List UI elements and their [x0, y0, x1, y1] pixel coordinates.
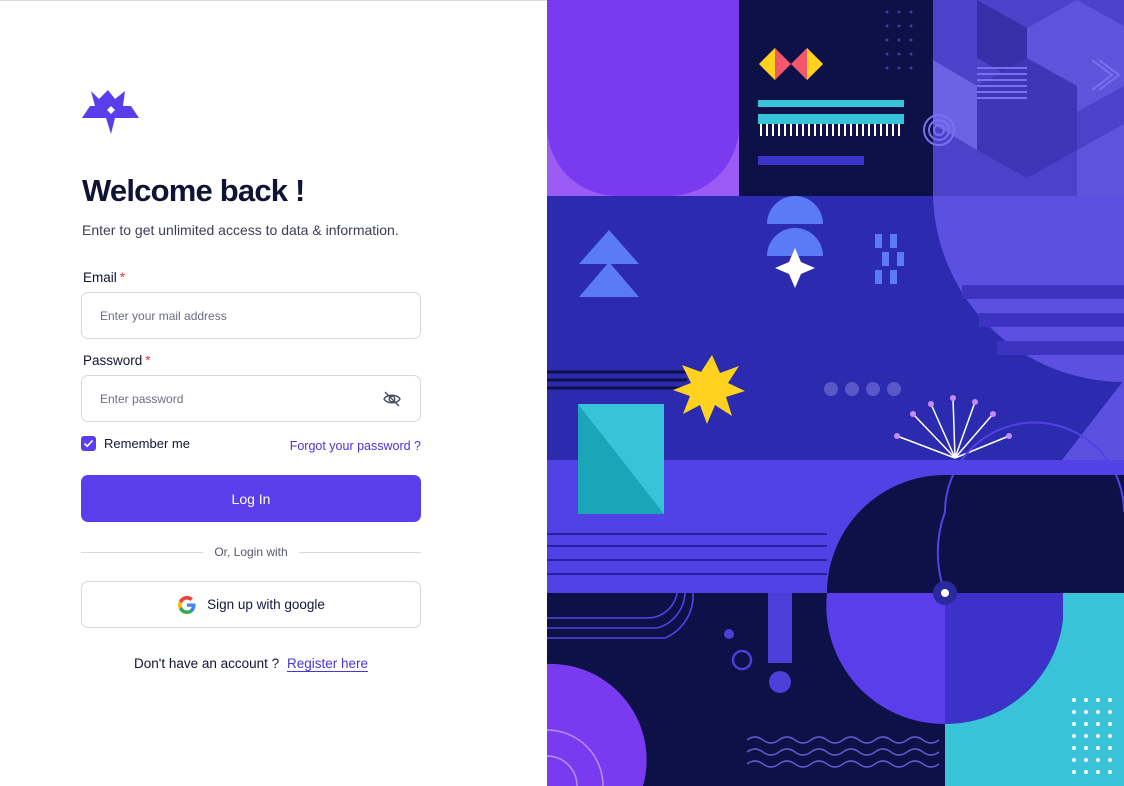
required-asterisk: *	[119, 270, 126, 285]
divider-left	[81, 552, 203, 553]
checkbox-checked-icon[interactable]	[81, 436, 96, 451]
register-prompt: Don't have an account ? Register here	[0, 656, 502, 671]
divider-right	[299, 552, 421, 553]
password-field-wrapper	[81, 375, 421, 422]
login-panel: Welcome back ! Enter to get unlimited ac…	[0, 0, 547, 786]
page-title: Welcome back !	[82, 173, 305, 208]
google-signup-button[interactable]: Sign up with google	[81, 581, 421, 628]
google-signup-label: Sign up with google	[207, 597, 325, 612]
register-link[interactable]: Register here	[287, 656, 368, 671]
geometric-pattern-illustration	[547, 0, 1124, 786]
register-prompt-text: Don't have an account ?	[134, 656, 280, 671]
divider-text: Or, Login with	[214, 545, 288, 559]
crown-star-logo-icon	[82, 90, 139, 134]
email-field[interactable]	[82, 293, 420, 338]
email-field-wrapper	[81, 292, 421, 339]
email-label: Email *	[83, 270, 126, 285]
forgot-password-link[interactable]: Forgot your password ?	[290, 439, 421, 453]
password-field[interactable]	[82, 376, 420, 421]
required-asterisk: *	[145, 353, 151, 368]
google-icon	[178, 595, 196, 614]
eye-off-icon[interactable]	[382, 390, 402, 408]
remember-me-label: Remember me	[104, 436, 190, 451]
password-label: Password *	[83, 353, 151, 368]
illustration-artwork	[547, 0, 1124, 786]
remember-me-checkbox[interactable]: Remember me	[81, 436, 190, 451]
login-button[interactable]: Log In	[81, 475, 421, 522]
page-subtitle: Enter to get unlimited access to data & …	[82, 222, 399, 238]
